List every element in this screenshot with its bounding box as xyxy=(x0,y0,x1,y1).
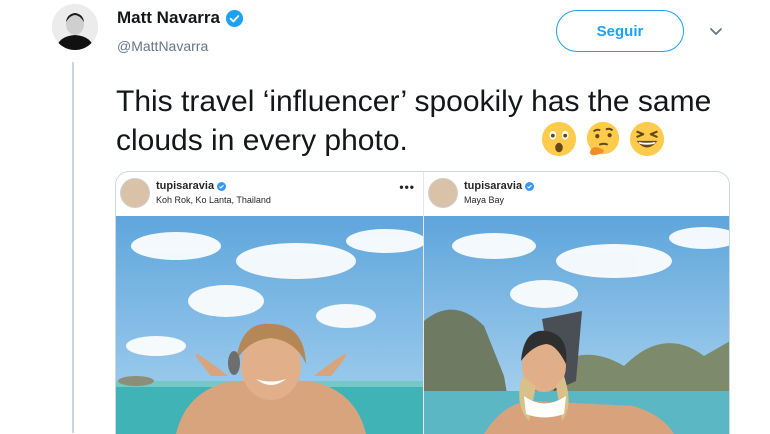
author-handle[interactable]: @MattNavarra xyxy=(117,38,208,54)
verified-badge-icon xyxy=(217,181,227,191)
post-header: tupisaravia Koh Rok, Ko Lanta, Thailand … xyxy=(116,172,423,216)
post-username[interactable]: tupisaravia xyxy=(156,180,214,192)
post-username-row: tupisaravia xyxy=(464,180,535,192)
avatar[interactable] xyxy=(52,4,98,50)
post-location[interactable]: Koh Rok, Ko Lanta, Thailand xyxy=(156,195,271,205)
verified-badge-icon xyxy=(525,181,535,191)
instagram-post-right[interactable]: tupisaravia Maya Bay xyxy=(423,172,729,434)
verified-badge-icon xyxy=(225,9,244,28)
squinting-laughing-face-icon xyxy=(629,121,665,157)
post-avatar[interactable] xyxy=(120,178,150,208)
follow-button[interactable]: Seguir xyxy=(556,10,684,52)
chevron-down-icon[interactable] xyxy=(706,24,726,40)
thinking-face-icon xyxy=(586,121,620,156)
post-username[interactable]: tupisaravia xyxy=(464,180,522,192)
post-username-row: tupisaravia xyxy=(156,180,227,192)
post-header: tupisaravia Maya Bay xyxy=(424,172,729,216)
post-photo xyxy=(424,216,729,434)
tweet-media[interactable]: tupisaravia Koh Rok, Ko Lanta, Thailand … xyxy=(115,171,730,434)
thread-line xyxy=(72,62,74,433)
emoji-group xyxy=(540,120,666,158)
author-name[interactable]: Matt Navarra xyxy=(117,8,220,28)
astonished-face-icon xyxy=(541,121,577,157)
post-location[interactable]: Maya Bay xyxy=(464,195,504,205)
post-photo xyxy=(116,216,423,434)
avatar-photo xyxy=(52,4,98,50)
post-avatar[interactable] xyxy=(428,178,458,208)
more-options-icon[interactable]: ••• xyxy=(399,180,415,194)
author-row: Matt Navarra xyxy=(117,8,244,28)
instagram-post-left[interactable]: tupisaravia Koh Rok, Ko Lanta, Thailand … xyxy=(116,172,423,434)
